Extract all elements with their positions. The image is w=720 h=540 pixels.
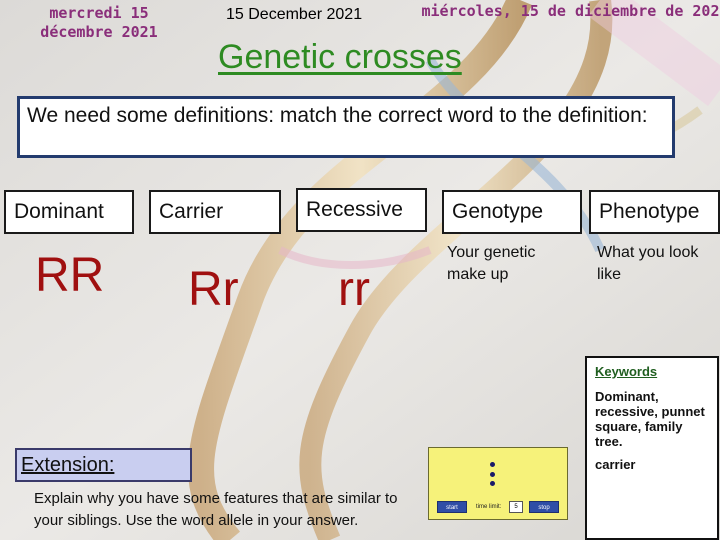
keywords-title: Keywords <box>595 364 658 379</box>
date-english: 15 December 2021 <box>226 6 363 23</box>
date-spanish: miércoles, 15 de diciembre de 2021 <box>421 2 720 20</box>
extension-text: Explain why you have some features that … <box>34 490 398 529</box>
word-card-carrier[interactable]: Carrier <box>149 190 281 234</box>
word-card-genotype[interactable]: Genotype <box>442 190 582 234</box>
definition-genotype: Your genetic make up <box>447 244 536 283</box>
word-card-recessive[interactable]: Recessive <box>296 188 427 232</box>
timer-start-button[interactable]: start <box>437 501 467 513</box>
timer-stop-button[interactable]: stop <box>529 501 559 513</box>
page-title: Genetic crosses <box>218 38 462 76</box>
genotype-rr[interactable]: rr <box>338 262 370 317</box>
timer-colon-icon <box>490 462 496 488</box>
genotype-RR[interactable]: RR <box>35 248 104 303</box>
instruction-box: We need some definitions: match the corr… <box>17 96 675 158</box>
word-card-phenotype[interactable]: Phenotype <box>589 190 720 234</box>
keywords-extra: carrier <box>595 457 636 472</box>
date-french: mercredi 15 décembre 2021 <box>40 4 158 41</box>
extension-label: Extension: <box>15 448 192 482</box>
keywords-list: Dominant, recessive, punnet square, fami… <box>595 389 705 449</box>
keywords-box: Keywords Dominant, recessive, punnet squ… <box>585 356 719 540</box>
genotype-Rr[interactable]: Rr <box>188 262 239 317</box>
word-card-dominant[interactable]: Dominant <box>4 190 134 234</box>
definition-phenotype: What you look like <box>597 244 699 283</box>
timer-limit-label: time limit: <box>476 504 502 510</box>
timer-widget: start time limit: 5 stop <box>428 447 568 520</box>
timer-limit-input[interactable]: 5 <box>509 501 523 513</box>
